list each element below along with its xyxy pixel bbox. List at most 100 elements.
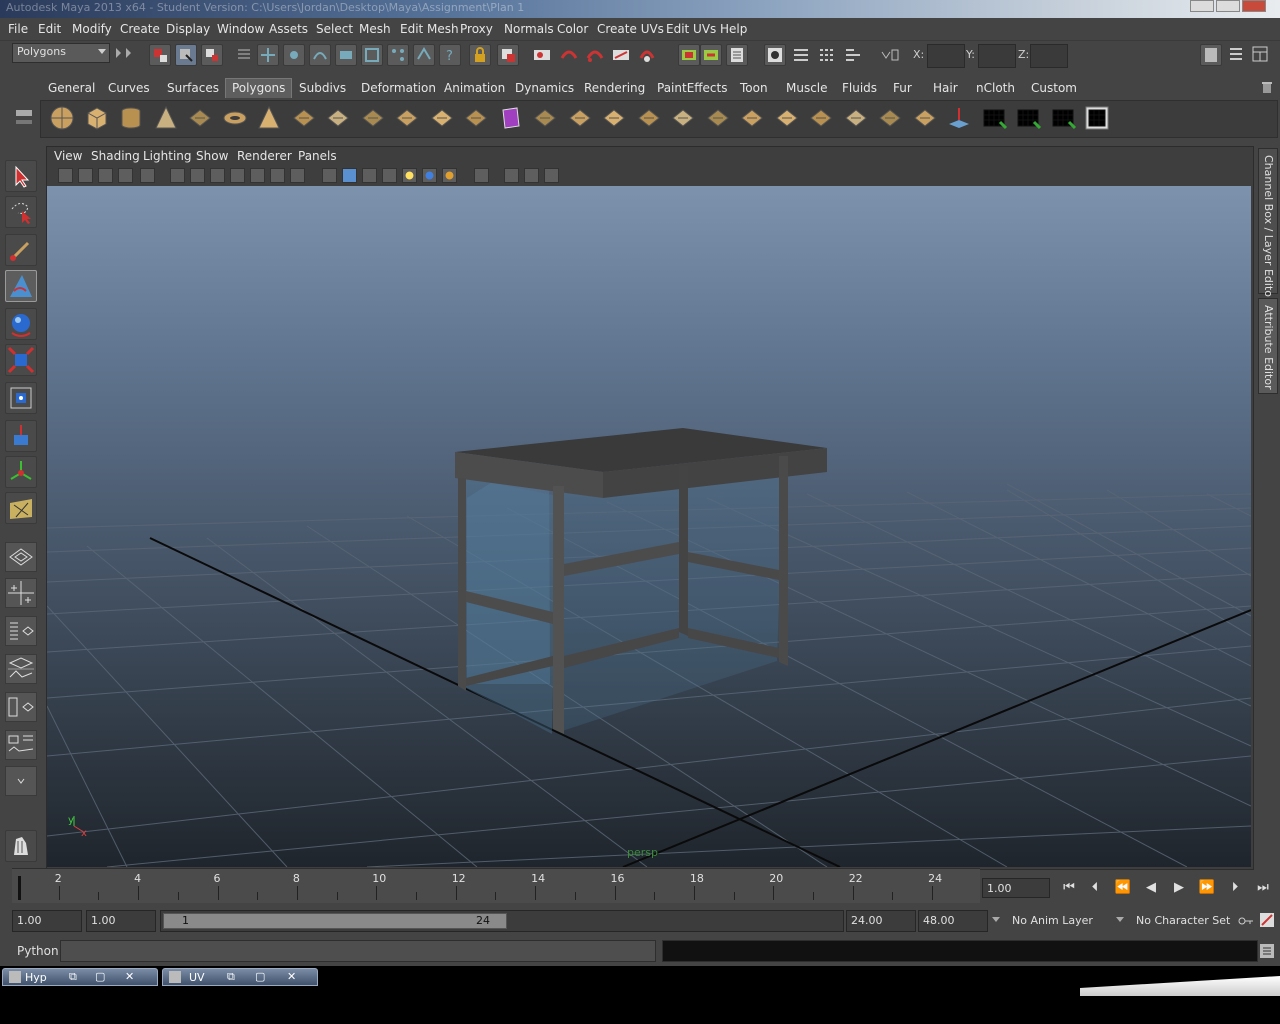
layout-single-pane-icon[interactable] (5, 542, 37, 572)
restore-icon[interactable]: ⧉ (227, 970, 235, 984)
hypershade-icon[interactable] (764, 44, 786, 66)
plane-icon[interactable] (186, 104, 214, 132)
paint-select-tool-icon[interactable] (5, 234, 37, 266)
playback-start-field[interactable]: 1.00 (86, 910, 156, 932)
shelf-tab-custom[interactable]: Custom (1025, 80, 1083, 97)
combine-icon[interactable] (359, 104, 387, 132)
show-hide-modeling-toolkit-icon[interactable] (790, 44, 812, 66)
layout-custom-icon[interactable] (5, 730, 37, 760)
shelf-tab-rendering[interactable]: Rendering (578, 80, 651, 97)
smooth-shade-icon[interactable] (342, 168, 357, 183)
automatic-map-icon[interactable] (1049, 104, 1077, 132)
soccer-ball-icon[interactable] (324, 104, 352, 132)
xray-components-icon[interactable] (544, 168, 559, 183)
show-hide-channel-icon[interactable] (842, 44, 864, 66)
move-tool-icon[interactable] (5, 308, 37, 340)
menu-file[interactable]: File (8, 22, 28, 36)
safe-action-icon[interactable] (270, 168, 285, 183)
y-input[interactable] (978, 44, 1016, 68)
maximize-icon[interactable]: ▢ (95, 970, 105, 983)
script-language-label[interactable]: Python (17, 944, 59, 958)
menu-mesh[interactable]: Mesh (359, 22, 391, 36)
menu-color[interactable]: Color (557, 22, 588, 36)
minimize-button[interactable] (1190, 0, 1214, 12)
menu-assets[interactable]: Assets (269, 22, 308, 36)
cylindrical-map-icon[interactable] (980, 104, 1008, 132)
fill-hole-icon[interactable] (738, 104, 766, 132)
torus-icon[interactable] (221, 104, 249, 132)
insert-edge-loop-icon[interactable] (669, 104, 697, 132)
menu-edit[interactable]: Edit (38, 22, 61, 36)
camera-attributes-icon[interactable] (78, 168, 93, 183)
panel-menu-lighting[interactable]: Lighting (143, 149, 192, 163)
close-window-button[interactable] (1242, 0, 1266, 12)
collapse-arrow-icon[interactable] (126, 48, 131, 58)
textured-icon[interactable] (382, 168, 397, 183)
quadrangulate-icon[interactable] (876, 104, 904, 132)
bridge-icon[interactable] (566, 104, 594, 132)
select-by-object-type-icon[interactable] (175, 44, 197, 66)
menu-select[interactable]: Select (316, 22, 353, 36)
quick-layout-icon[interactable] (5, 830, 37, 862)
cylinder-icon[interactable] (117, 104, 145, 132)
menuset-dropdown[interactable]: Polygons (12, 43, 110, 63)
taskbar-hypershade-window[interactable]: Hyp ⧉ ▢ ✕ (2, 968, 158, 986)
field-chart-icon[interactable] (250, 168, 265, 183)
gate-mask-icon[interactable] (230, 168, 245, 183)
show-manipulator-icon[interactable] (5, 492, 37, 524)
planar-map-icon[interactable] (945, 104, 973, 132)
snap-vertex-icon[interactable] (387, 44, 409, 66)
separate-icon[interactable] (393, 104, 421, 132)
shelf-tab-ncloth[interactable]: nCloth (970, 80, 1021, 97)
snap-curve-icon[interactable] (283, 44, 305, 66)
layout-four-pane-icon[interactable] (5, 578, 37, 608)
current-time-marker[interactable] (18, 876, 21, 900)
ipr-render-icon[interactable] (700, 44, 722, 66)
history-icon[interactable] (531, 44, 553, 66)
shadows-icon[interactable] (442, 168, 457, 183)
layout-outliner-persp-icon[interactable] (5, 616, 37, 646)
start-time-field[interactable]: 1.00 (12, 910, 82, 932)
safe-title-icon[interactable] (290, 168, 305, 183)
current-frame-field[interactable]: 1.00 (982, 878, 1050, 898)
wireframe-on-shaded-icon[interactable] (362, 168, 377, 183)
isolate-select-icon[interactable] (474, 168, 489, 183)
range-slider-track[interactable]: 1 24 (160, 910, 844, 932)
universal-manipulator-icon[interactable] (5, 420, 37, 452)
perspective-viewport[interactable]: y x persp (47, 186, 1251, 867)
cleanup-icon[interactable] (807, 104, 835, 132)
sphere-icon[interactable] (48, 104, 76, 132)
append-icon[interactable] (600, 104, 628, 132)
xray-icon[interactable] (504, 168, 519, 183)
film-gate-icon[interactable] (190, 168, 205, 183)
go-to-start-icon[interactable]: ⏮ (1058, 878, 1080, 898)
end-time-field[interactable]: 48.00 (918, 910, 988, 932)
default-lighting-icon[interactable] (402, 168, 417, 183)
layout-persp-graph-icon[interactable] (5, 654, 37, 684)
layout-hypershade-persp-icon[interactable] (5, 692, 37, 722)
snap-point-icon[interactable] (309, 44, 331, 66)
script-editor-icon[interactable] (1260, 944, 1274, 958)
shelf-tab-painteffects[interactable]: PaintEffects (651, 80, 733, 97)
shelf-tab-general[interactable]: General (42, 80, 101, 97)
shelf-tab-hair[interactable]: Hair (927, 80, 964, 97)
select-tool-icon[interactable] (5, 160, 37, 192)
shelf-tab-fur[interactable]: Fur (887, 80, 918, 97)
shelf-tab-animation[interactable]: Animation (438, 80, 511, 97)
step-forward-key-icon[interactable]: ⏩ (1196, 878, 1218, 898)
soft-modification-icon[interactable] (5, 456, 37, 488)
snap-live-icon[interactable] (361, 44, 383, 66)
pyramid-icon[interactable] (255, 104, 283, 132)
character-set-label[interactable]: No Character Set (1136, 914, 1230, 927)
chevron-down-icon[interactable] (1116, 917, 1124, 922)
render-current-frame-icon[interactable] (678, 44, 700, 66)
cone-icon[interactable] (152, 104, 180, 132)
snap-view-plane-icon[interactable] (335, 44, 357, 66)
shelf-tab-curves[interactable]: Curves (102, 80, 156, 97)
shelf-tab-subdivs[interactable]: Subdivs (293, 80, 352, 97)
menu-display[interactable]: Display (166, 22, 210, 36)
key-icon[interactable] (1238, 914, 1254, 928)
wireframe-icon[interactable] (322, 168, 337, 183)
spherical-map-icon[interactable] (1014, 104, 1042, 132)
split-icon[interactable] (635, 104, 663, 132)
